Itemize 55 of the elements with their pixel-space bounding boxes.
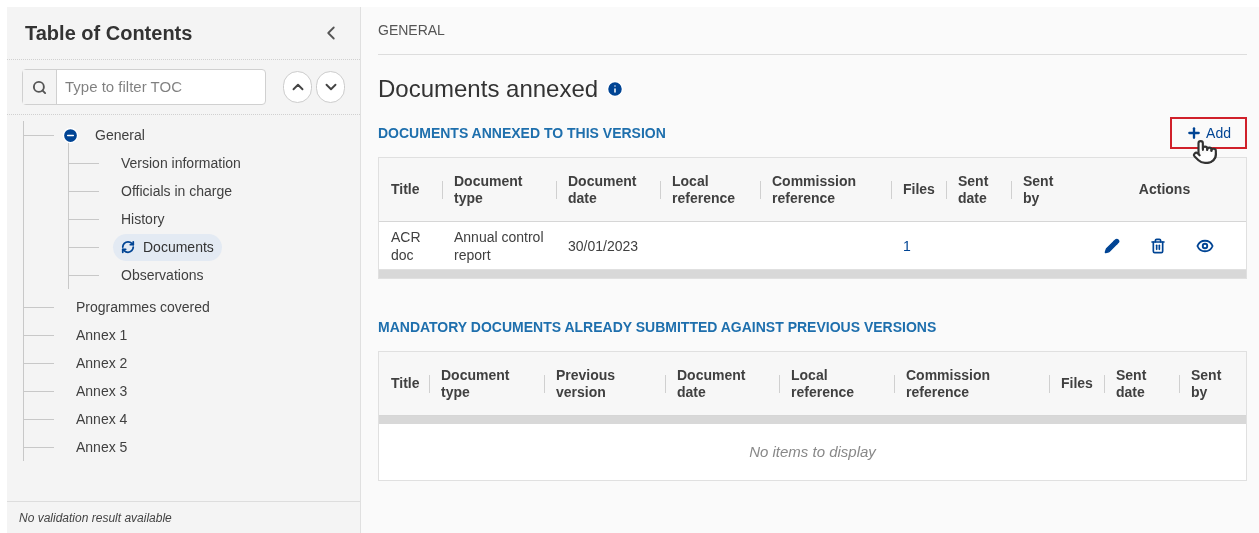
toc-item[interactable]: Version information bbox=[113, 149, 249, 177]
plus-icon bbox=[1186, 125, 1203, 141]
toc-item[interactable]: History bbox=[113, 205, 173, 233]
section-title: MANDATORY DOCUMENTS ALREADY SUBMITTED AGAINST PREVIOUS VERSIONS bbox=[378, 317, 937, 337]
toc-item[interactable]: Documents bbox=[113, 233, 222, 261]
sidebar-title: Table of Contents bbox=[25, 21, 193, 46]
column-header: Title bbox=[391, 375, 420, 392]
column-header: Document type bbox=[441, 366, 510, 401]
info-icon[interactable] bbox=[606, 80, 625, 98]
column-header: Sent date bbox=[958, 172, 989, 207]
search-icon bbox=[32, 79, 47, 95]
section-title: DOCUMENTS ANNEXED TO THIS VERSION bbox=[378, 123, 666, 143]
column-header: Files bbox=[903, 181, 935, 198]
validation-status: No validation result available bbox=[19, 509, 172, 527]
toc-item[interactable]: Programmes covered bbox=[68, 293, 218, 321]
column-header: Document type bbox=[454, 172, 523, 207]
table-cell-text: ACR doc bbox=[391, 227, 422, 264]
sync-icon bbox=[121, 240, 135, 254]
breadcrumb: GENERAL bbox=[378, 21, 445, 40]
previous-button[interactable] bbox=[283, 71, 312, 103]
column-header: Files bbox=[1061, 375, 1093, 392]
table-cell-text: 30/01/2023 bbox=[568, 236, 640, 255]
toc-item[interactable]: Annex 1 bbox=[68, 321, 136, 349]
toc-item[interactable]: Annex 3 bbox=[68, 377, 136, 405]
column-header: Local reference bbox=[672, 172, 736, 207]
toc-item[interactable]: Annex 2 bbox=[68, 349, 136, 377]
scrollbar[interactable] bbox=[379, 270, 1246, 278]
column-header: Commission reference bbox=[906, 366, 990, 401]
toc-item[interactable]: Officials in charge bbox=[113, 177, 240, 205]
next-button[interactable] bbox=[316, 71, 345, 103]
column-header: Previous version bbox=[556, 366, 616, 401]
add-button[interactable]: Add bbox=[1170, 117, 1247, 149]
collapse-icon[interactable] bbox=[62, 126, 79, 144]
page-title: Documents annexed bbox=[378, 74, 599, 104]
column-header: Document date bbox=[677, 366, 746, 401]
scrollbar[interactable] bbox=[379, 416, 1246, 424]
filter-box[interactable]: Type to filter TOC bbox=[22, 69, 266, 105]
toc-item[interactable]: General bbox=[87, 121, 153, 149]
column-header: Title bbox=[391, 181, 420, 198]
filter-field[interactable]: Type to filter TOC bbox=[57, 70, 265, 104]
toc-item[interactable]: Observations bbox=[113, 261, 212, 289]
edit-icon[interactable] bbox=[1103, 236, 1120, 255]
column-header: Sent by bbox=[1023, 172, 1054, 207]
column-header: Document date bbox=[568, 172, 637, 207]
table-cell-text: Annual control report bbox=[454, 227, 545, 264]
toc-item[interactable]: Annex 5 bbox=[68, 433, 136, 461]
column-header: Sent by bbox=[1191, 366, 1222, 401]
column-header: Actions bbox=[1138, 181, 1191, 198]
column-header: Commission reference bbox=[772, 172, 856, 207]
column-header: Sent date bbox=[1116, 366, 1147, 401]
files-link[interactable]: 1 bbox=[903, 237, 911, 254]
empty-message: No items to display bbox=[749, 441, 876, 462]
toc-item[interactable]: Annex 4 bbox=[68, 405, 136, 433]
delete-icon[interactable] bbox=[1149, 236, 1166, 255]
column-header: Local reference bbox=[791, 366, 855, 401]
